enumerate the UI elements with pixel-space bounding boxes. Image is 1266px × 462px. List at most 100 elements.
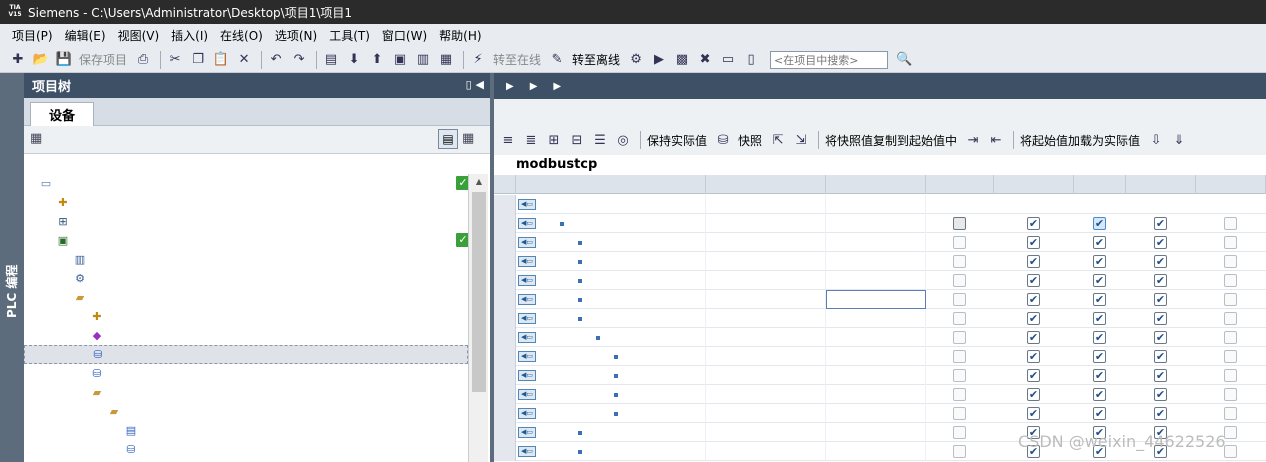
checkbox[interactable]	[953, 331, 966, 344]
tree-item[interactable]: ▣	[24, 231, 468, 250]
variable-name[interactable]	[608, 290, 706, 309]
split-horizontal-icon[interactable]: ▭	[718, 50, 738, 70]
upload-icon[interactable]: ⬆	[367, 50, 387, 70]
start-value[interactable]	[826, 233, 926, 252]
checkbox[interactable]: ✔	[1027, 388, 1040, 401]
data-type[interactable]	[706, 423, 826, 442]
checkbox[interactable]	[953, 445, 966, 458]
copy-snapshot-icon[interactable]: ⇱	[768, 130, 788, 150]
expand-toggle-icon[interactable]	[572, 214, 575, 233]
start-value[interactable]	[826, 366, 926, 385]
table-row[interactable]: ◀▭ ✔ ✔ ✔	[494, 404, 1266, 423]
column-header[interactable]	[826, 175, 926, 194]
variable-name[interactable]	[644, 347, 706, 366]
checkbox[interactable]	[1224, 407, 1237, 420]
checkbox[interactable]: ✔	[1027, 293, 1040, 306]
table-row[interactable]: ◀▭ ✔ ✔ ✔	[494, 309, 1266, 328]
accessible-devices-icon[interactable]: ⚙	[626, 50, 646, 70]
checkbox[interactable]	[953, 369, 966, 382]
checkbox[interactable]: ✔	[1093, 274, 1106, 287]
checkbox[interactable]	[1224, 255, 1237, 268]
table-row[interactable]: ◀▭ ✔ ✔ ✔	[494, 328, 1266, 347]
tree-item[interactable]: ⛁	[24, 364, 468, 383]
tree-item[interactable]: ▰	[24, 288, 468, 307]
data-type[interactable]	[706, 233, 826, 252]
expand-toggle-icon[interactable]	[542, 195, 545, 214]
save-project-button[interactable]: 保存项目	[79, 51, 127, 68]
checkbox[interactable]	[953, 407, 966, 420]
checkbox[interactable]	[953, 274, 966, 287]
copy-snapshot-to-start-button[interactable]: 将快照值复制到起始值中	[825, 132, 957, 149]
menu-item[interactable]: 帮助(H)	[433, 27, 487, 44]
table-row[interactable]: ◀▭ ✔ ✔ ✔	[494, 385, 1266, 404]
cut-icon[interactable]: ✂	[165, 50, 185, 70]
load-start-all-icon[interactable]: ⇤	[986, 130, 1006, 150]
copy-snapshot-all-icon[interactable]: ⇲	[791, 130, 811, 150]
tree-item[interactable]: ⛁	[24, 345, 468, 364]
tree-item[interactable]: ◆	[24, 326, 468, 345]
go-online-icon[interactable]: ⚡	[468, 50, 488, 70]
variable-name[interactable]	[608, 271, 706, 290]
column-header[interactable]	[536, 175, 706, 194]
simulation-icon[interactable]: ▣	[390, 50, 410, 70]
download-start-all-icon[interactable]: ⇓	[1169, 130, 1189, 150]
expand-toggle-icon[interactable]	[608, 328, 611, 347]
variable-name[interactable]	[644, 366, 706, 385]
plc-programming-strip[interactable]: PLC 编程	[0, 73, 24, 462]
checkbox[interactable]	[1224, 331, 1237, 344]
table-row[interactable]: ◀▭ ✔ ✔ ✔	[494, 290, 1266, 309]
start-value[interactable]	[826, 252, 926, 271]
checkbox[interactable]: ✔	[1027, 350, 1040, 363]
variable-name[interactable]	[608, 423, 706, 442]
checkbox[interactable]: ✔	[1093, 331, 1106, 344]
stop-cpu-icon[interactable]: ▦	[436, 50, 456, 70]
snapshot-icon[interactable]: ⛁	[713, 130, 733, 150]
print-icon[interactable]: ⎙	[133, 50, 153, 70]
tree-item[interactable]: ✚	[24, 307, 468, 326]
variable-name[interactable]	[644, 404, 706, 423]
checkbox[interactable]: ✔	[1027, 217, 1040, 230]
split-vertical-icon[interactable]: ▯	[741, 50, 761, 70]
checkbox[interactable]	[953, 388, 966, 401]
tab-devices[interactable]: 设备	[30, 102, 94, 126]
add-row-icon[interactable]: ≣	[521, 130, 541, 150]
checkbox[interactable]: ✔	[1154, 388, 1167, 401]
go-offline-icon[interactable]: ✎	[547, 50, 567, 70]
checkbox[interactable]: ✔	[1027, 331, 1040, 344]
variable-name[interactable]	[644, 385, 706, 404]
panel-controls-icon[interactable]: ▯ ◀	[466, 78, 484, 91]
scroll-thumb[interactable]	[472, 192, 486, 392]
start-value[interactable]	[826, 309, 926, 328]
expand-toggle-icon[interactable]	[590, 309, 593, 328]
checkbox[interactable]: ✔	[1093, 369, 1106, 382]
project-search-input[interactable]	[770, 50, 889, 69]
tree-item[interactable]: ⚙	[24, 269, 468, 288]
tree-item[interactable]: ⛁	[24, 440, 468, 459]
save-icon[interactable]: 💾	[54, 50, 74, 70]
open-project-icon[interactable]: 📂	[31, 50, 51, 70]
data-type[interactable]	[706, 271, 826, 290]
variable-name[interactable]	[558, 195, 706, 214]
checkbox[interactable]: ✔	[1093, 255, 1106, 268]
data-type[interactable]	[706, 214, 826, 233]
checkbox[interactable]	[1224, 312, 1237, 325]
checkbox[interactable]	[1224, 293, 1237, 306]
tree-item[interactable]: ▰	[24, 402, 468, 421]
menu-item[interactable]: 工具(T)	[323, 27, 376, 44]
table-row[interactable]: ◀▭ ✔ ✔ ✔	[494, 347, 1266, 366]
column-header[interactable]	[994, 175, 1074, 194]
menu-item[interactable]: 插入(I)	[165, 27, 214, 44]
checkbox[interactable]: ✔	[1154, 331, 1167, 344]
snapshot-button[interactable]: 快照	[738, 132, 762, 149]
column-header[interactable]	[1126, 175, 1196, 194]
checkbox[interactable]: ✔	[1093, 407, 1106, 420]
scroll-up-icon[interactable]: ▲	[469, 174, 489, 190]
cross-reference-icon[interactable]: ▶	[649, 50, 669, 70]
checkbox[interactable]	[1224, 388, 1237, 401]
checkbox[interactable]: ✔	[1027, 255, 1040, 268]
list-view-icon[interactable]: ☰	[590, 130, 610, 150]
checkbox[interactable]	[1224, 274, 1237, 287]
menu-item[interactable]: 项目(P)	[6, 27, 59, 44]
table-row[interactable]: ◀▭ ✔ ✔ ✔	[494, 271, 1266, 290]
data-type[interactable]	[706, 328, 826, 347]
